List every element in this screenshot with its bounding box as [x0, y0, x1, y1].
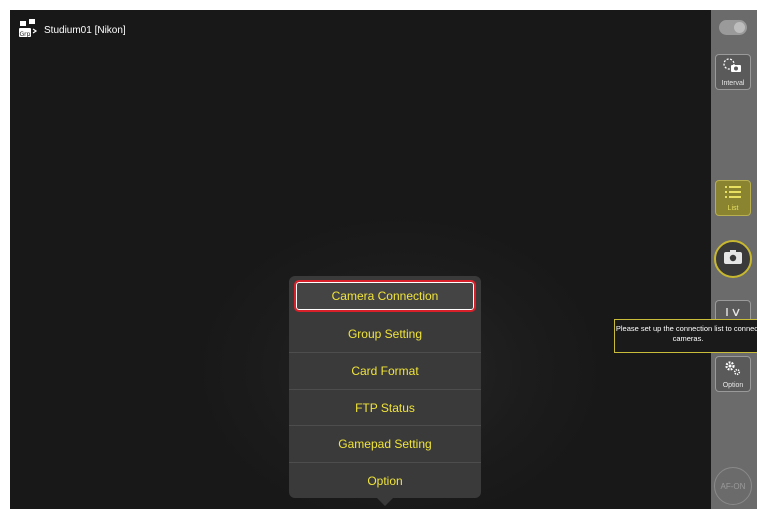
- live-view-icon: [725, 303, 741, 321]
- svg-text:Grp: Grp: [20, 31, 31, 38]
- list-button[interactable]: List: [715, 180, 751, 216]
- interval-timer-icon: [723, 57, 743, 79]
- list-label: List: [727, 204, 739, 212]
- popup-menu: Camera Connection Group Setting Card For…: [289, 276, 481, 506]
- shutter-button[interactable]: [714, 240, 752, 278]
- gear-icon: [724, 360, 742, 381]
- menu-item-group-setting[interactable]: Group Setting: [289, 316, 481, 352]
- menu-item-camera-connection[interactable]: Camera Connection: [294, 280, 476, 312]
- list-icon: [725, 185, 741, 204]
- window-title: Studium01 [Nikon]: [44, 25, 126, 36]
- menu-item-ftp-status[interactable]: FTP Status: [289, 389, 481, 425]
- menu-item-gamepad-setting[interactable]: Gamepad Setting: [289, 425, 481, 461]
- top-bar: Grp Studium01 [Nikon]: [18, 18, 126, 43]
- af-on-button[interactable]: AF-ON: [714, 467, 752, 505]
- connection-tooltip: Please set up the connection list to con…: [614, 319, 757, 353]
- right-toolbar: Interval List Option AF-ON: [711, 10, 757, 509]
- app-screen: Grp Studium01 [Nikon] Camera Connection …: [10, 10, 757, 509]
- mode-toggle[interactable]: [719, 20, 747, 35]
- interval-button[interactable]: Interval: [715, 54, 751, 90]
- camera-icon: [724, 249, 742, 269]
- option-label: Option: [722, 381, 744, 389]
- menu-item-card-format[interactable]: Card Format: [289, 352, 481, 388]
- group-camera-icon[interactable]: Grp: [18, 18, 38, 43]
- interval-label: Interval: [721, 79, 745, 87]
- option-button[interactable]: Option: [715, 356, 751, 392]
- menu-item-option[interactable]: Option: [289, 462, 481, 498]
